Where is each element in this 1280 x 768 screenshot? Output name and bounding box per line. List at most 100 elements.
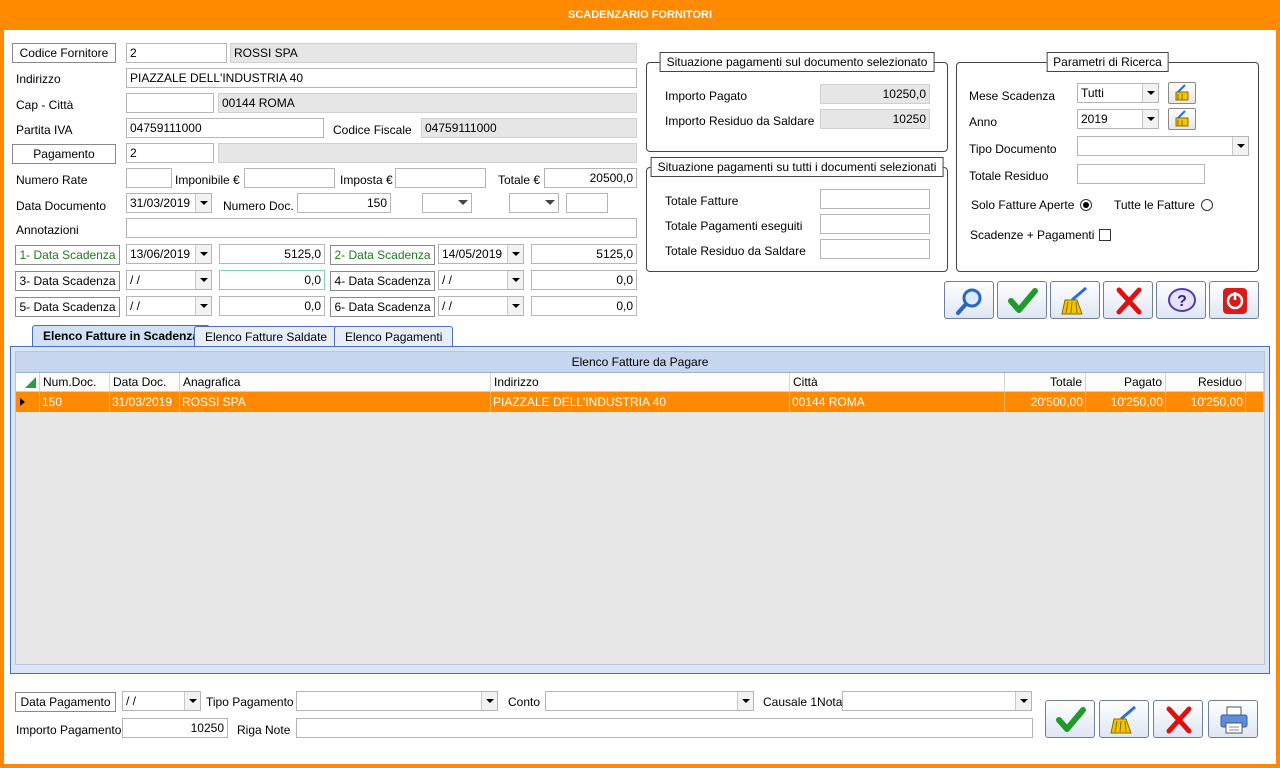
address-input[interactable]: PIAZZALE DELL'INDUSTRIA 40 (126, 68, 637, 88)
deadline-3-amount[interactable]: 0,0 (219, 270, 325, 290)
note-input[interactable] (296, 718, 1033, 738)
open-invoices-radio[interactable] (1080, 199, 1092, 211)
payment-type-select[interactable] (296, 691, 498, 711)
deadline-4-amount[interactable]: 0,0 (531, 270, 637, 290)
deadline-4-button[interactable]: 4- Data Scadenza (330, 271, 435, 291)
year-clear-button[interactable] (1168, 108, 1196, 130)
total-residual-search-input[interactable] (1077, 164, 1205, 184)
payment-date-button[interactable]: Data Pagamento (15, 692, 116, 712)
doc-extra-input[interactable] (566, 193, 608, 213)
tab-fatture-in-scadenza[interactable]: Elenco Fatture in Scadenza (32, 325, 211, 348)
annotations-input[interactable] (126, 218, 637, 238)
doc-number-input[interactable]: 150 (297, 193, 391, 213)
chevron-down-icon[interactable] (1142, 110, 1158, 128)
deadline-2-date[interactable]: 14/05/2019 (438, 244, 524, 264)
deadline-5-date[interactable]: / / (126, 296, 212, 316)
exit-button[interactable] (1209, 281, 1259, 319)
delete-payment-button[interactable] (1153, 700, 1203, 738)
doctype-select[interactable] (1077, 136, 1249, 156)
deadline-6-amount[interactable]: 0,0 (531, 296, 637, 316)
deadline-5-amount[interactable]: 0,0 (219, 296, 325, 316)
deadline-6-button[interactable]: 6- Data Scadenza (330, 297, 435, 317)
table-row-num-doc[interactable]: 150 (40, 392, 110, 412)
deadline-6-date[interactable]: / / (438, 296, 524, 316)
col-anagrafica[interactable]: Anagrafica (180, 373, 491, 392)
payment-amount-input[interactable]: 10250 (122, 718, 228, 738)
deadlines-payments-checkbox[interactable] (1099, 229, 1111, 241)
table-row-anagrafica[interactable]: ROSSI SPA (180, 392, 491, 412)
month-clear-button[interactable] (1168, 82, 1196, 104)
confirm-button[interactable] (997, 281, 1047, 319)
chevron-down-icon[interactable] (507, 245, 523, 263)
chevron-down-icon[interactable] (737, 692, 753, 710)
month-select[interactable]: Tutti (1077, 83, 1159, 103)
cause-select[interactable] (842, 691, 1032, 711)
rate-input[interactable] (126, 168, 172, 188)
table-row-residuo[interactable]: 10'250,00 (1166, 392, 1246, 412)
deadline-1-amount[interactable]: 5125,0 (219, 244, 325, 264)
col-totale[interactable]: Totale (1005, 373, 1086, 392)
chevron-down-icon[interactable] (195, 271, 211, 289)
doc-date-picker[interactable]: 31/03/2019 (126, 193, 212, 213)
col-data-doc[interactable]: Data Doc. (110, 373, 180, 392)
chevron-down-icon[interactable] (1232, 137, 1248, 155)
chevron-down-icon[interactable] (1142, 84, 1158, 102)
chevron-down-icon[interactable] (543, 194, 558, 212)
col-num-doc[interactable]: Num.Doc. (40, 373, 110, 392)
table-row-indirizzo[interactable]: PIAZZALE DELL'INDUSTRIA 40 (491, 392, 790, 412)
chevron-down-icon[interactable] (195, 245, 211, 263)
all-invoices-radio[interactable] (1201, 199, 1213, 211)
year-select[interactable]: 2019 (1077, 109, 1159, 129)
payment-date-picker[interactable]: / / (122, 691, 201, 711)
table-row-pagato[interactable]: 10'250,00 (1086, 392, 1166, 412)
chevron-down-icon[interactable] (184, 692, 200, 710)
deadline-3-date[interactable]: / / (126, 270, 212, 290)
col-pagato[interactable]: Pagato (1086, 373, 1166, 392)
grid-corner (16, 373, 40, 392)
deadline-2-amount[interactable]: 5125,0 (531, 244, 637, 264)
tab-pagamenti[interactable]: Elenco Pagamenti (334, 326, 454, 348)
supplier-code-input[interactable]: 2 (126, 43, 227, 63)
col-residuo[interactable]: Residuo (1166, 373, 1246, 392)
search-button[interactable] (944, 281, 994, 319)
help-button[interactable]: ? (1156, 281, 1206, 319)
chevron-down-icon[interactable] (481, 692, 497, 710)
imposta-input[interactable] (395, 168, 486, 188)
clear-payment-button[interactable] (1099, 700, 1149, 738)
note-label: Riga Note (237, 723, 291, 737)
doc-date-label: Data Documento (16, 199, 107, 213)
cancel-button[interactable] (1103, 281, 1153, 319)
chevron-down-icon[interactable] (507, 271, 523, 289)
imponibile-input[interactable] (244, 168, 335, 188)
chevron-down-icon[interactable] (195, 194, 211, 212)
deadline-1-date[interactable]: 13/06/2019 (126, 244, 212, 264)
table-row-citta[interactable]: 00144 ROMA (790, 392, 1005, 412)
doc-filter-select-2[interactable] (509, 193, 559, 213)
deadline-5-button[interactable]: 5- Data Scadenza (15, 297, 120, 317)
vat-input[interactable]: 04759111000 (126, 118, 324, 138)
row-indicator[interactable] (16, 392, 40, 412)
table-row-data-doc[interactable]: 31/03/2019 (110, 392, 180, 412)
account-select[interactable] (545, 691, 754, 711)
payment-button[interactable]: Pagamento (12, 144, 116, 164)
doc-filter-select-1[interactable] (422, 193, 472, 213)
totale-input[interactable]: 20500,0 (544, 168, 637, 188)
print-button[interactable] (1208, 700, 1258, 738)
save-payment-button[interactable] (1045, 700, 1095, 738)
col-indirizzo[interactable]: Indirizzo (491, 373, 790, 392)
deadline-3-button[interactable]: 3- Data Scadenza (15, 271, 120, 291)
deadline-1-button[interactable]: 1- Data Scadenza (15, 245, 120, 265)
chevron-down-icon[interactable] (195, 297, 211, 315)
col-citta[interactable]: Città (790, 373, 1005, 392)
deadline-4-date[interactable]: / / (438, 270, 524, 290)
table-row-totale[interactable]: 20'500,00 (1005, 392, 1086, 412)
chevron-down-icon[interactable] (507, 297, 523, 315)
chevron-down-icon[interactable] (1015, 692, 1031, 710)
payment-code-input[interactable]: 2 (126, 143, 214, 163)
supplier-code-button[interactable]: Codice Fornitore (12, 43, 116, 63)
chevron-down-icon[interactable] (456, 194, 471, 212)
cap-input[interactable] (126, 93, 214, 113)
clear-button[interactable] (1050, 281, 1100, 319)
deadline-2-button[interactable]: 2- Data Scadenza (330, 245, 435, 265)
tab-fatture-saldate[interactable]: Elenco Fatture Saldate (194, 326, 339, 348)
